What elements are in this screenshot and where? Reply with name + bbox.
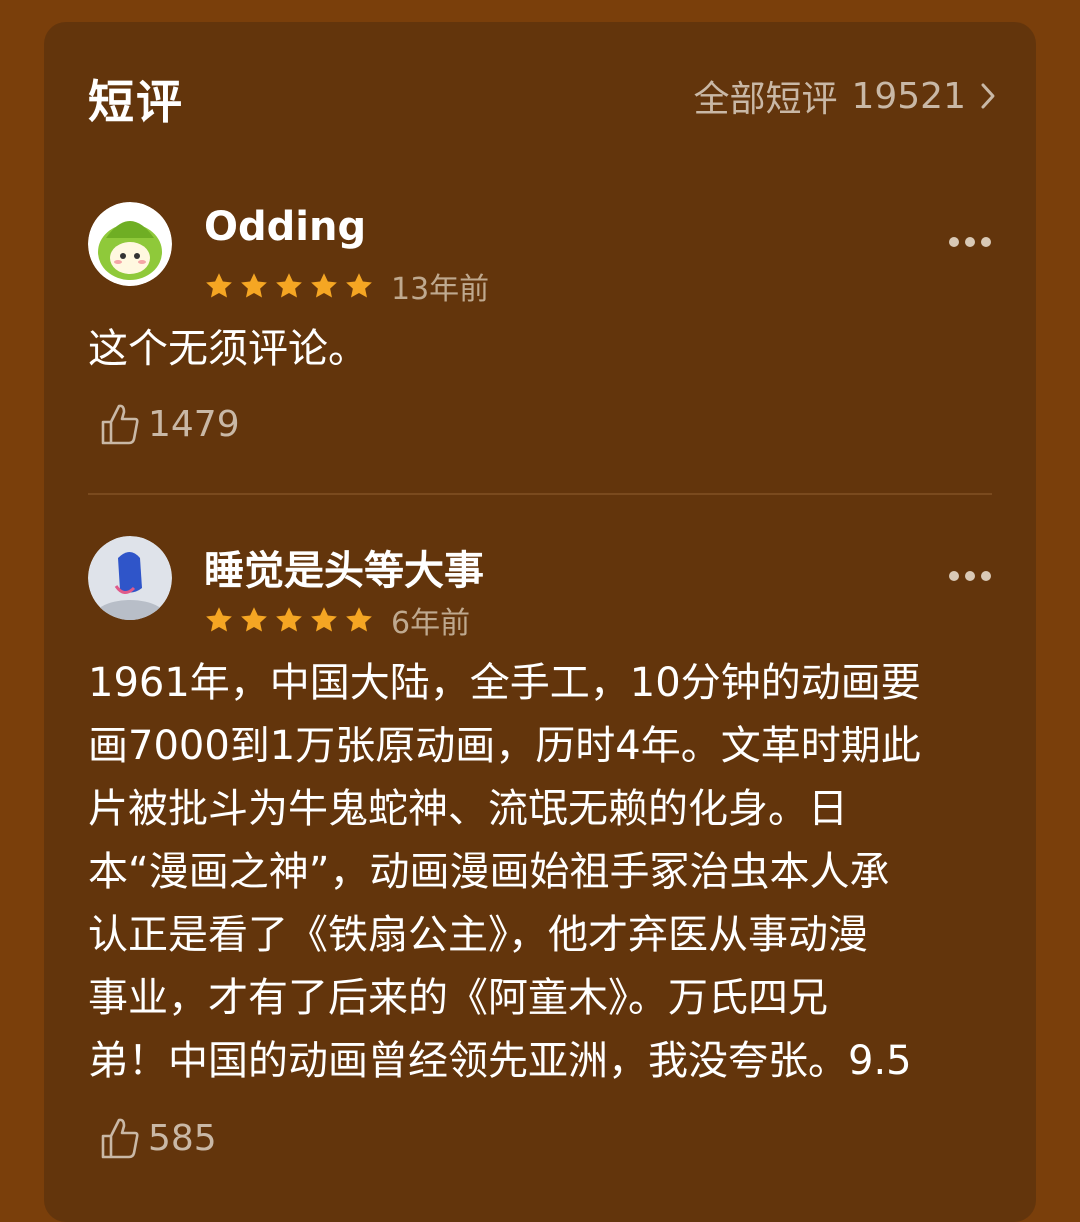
- review-text: 1961年，中国大陆，全手工，10分钟的动画要 画7000到1万张原动画，历时4…: [88, 660, 921, 1084]
- star-icon: [311, 607, 337, 632]
- star-icon: [241, 273, 267, 298]
- short-reviews-card: 短评 全部短评 19521 Odding 13年前 这个无须评论。 1479 睡…: [44, 22, 1036, 1222]
- all-reviews-count: 19521: [851, 75, 966, 117]
- review-time: 6年前: [391, 606, 471, 641]
- star-icon: [276, 607, 302, 632]
- user-name[interactable]: 睡觉是头等大事: [204, 538, 484, 596]
- more-icon[interactable]: [948, 570, 992, 582]
- star-icon: [346, 273, 372, 298]
- rating-stars: 13年前: [204, 264, 489, 308]
- section-title: 短评: [88, 75, 184, 129]
- review-text: 这个无须评论。: [88, 326, 368, 372]
- avatar[interactable]: [88, 202, 172, 286]
- like-count: 1479: [148, 403, 240, 445]
- review-time: 13年前: [391, 272, 490, 307]
- user-name[interactable]: Odding: [204, 204, 366, 250]
- star-icon: [241, 607, 267, 632]
- like-count: 585: [148, 1117, 217, 1159]
- rating-stars: 6年前: [204, 598, 470, 642]
- star-icon: [311, 273, 337, 298]
- avatar[interactable]: [88, 536, 172, 620]
- star-icon: [276, 273, 302, 298]
- thumb-up-icon: [101, 404, 139, 445]
- thumb-up-icon: [101, 1118, 139, 1159]
- all-reviews-link[interactable]: 全部短评 19521: [693, 70, 996, 122]
- star-icon: [346, 607, 372, 632]
- like-button[interactable]: 585: [100, 1116, 217, 1160]
- divider: [88, 493, 992, 495]
- like-button[interactable]: 1479: [100, 402, 240, 446]
- all-reviews-label: 全部短评: [693, 79, 838, 120]
- star-icon: [206, 607, 232, 632]
- chevron-right-icon: [981, 83, 995, 109]
- more-icon[interactable]: [948, 236, 992, 248]
- star-icon: [206, 273, 232, 298]
